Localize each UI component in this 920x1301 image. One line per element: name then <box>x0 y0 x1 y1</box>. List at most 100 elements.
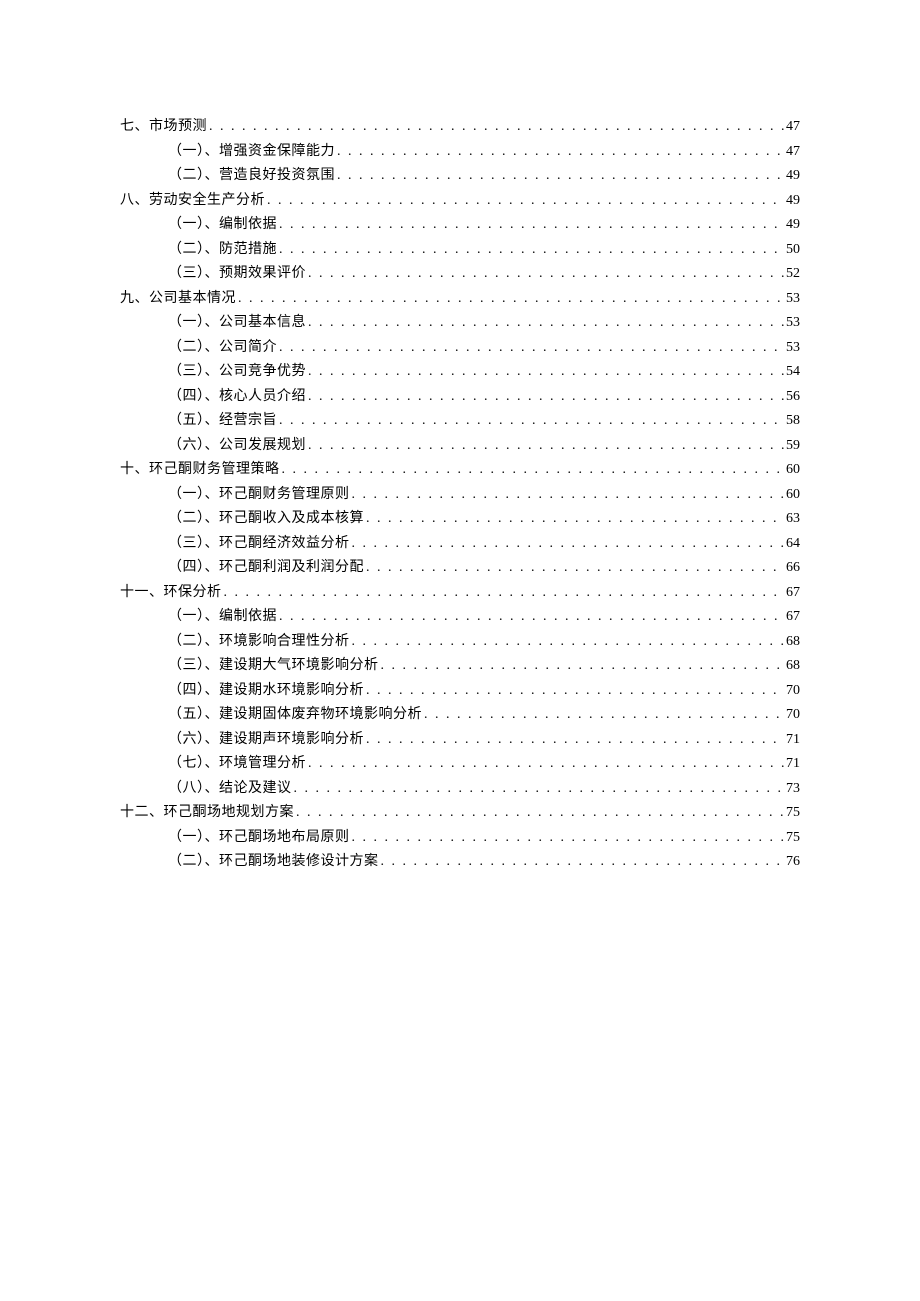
toc-entry-page: 49 <box>786 189 800 214</box>
toc-entry-page: 66 <box>786 556 800 581</box>
toc-entry-label: 七、市场预测 <box>120 115 207 140</box>
toc-entry-label: （一）、环己酮场地布局原则 <box>168 826 350 851</box>
toc-entry: （五）、建设期固体废弃物环境影响分析 . . . . . . . . . . .… <box>168 703 800 728</box>
toc-leader-dots: . . . . . . . . . . . . . . . . . . . . … <box>308 360 784 385</box>
toc-entry-page: 68 <box>786 630 800 655</box>
toc-entry-label: （二）、营造良好投资氛围 <box>168 164 335 189</box>
toc-leader-dots: . . . . . . . . . . . . . . . . . . . . … <box>352 483 785 508</box>
toc-entry-label: （四）、核心人员介绍 <box>168 385 306 410</box>
toc-leader-dots: . . . . . . . . . . . . . . . . . . . . … <box>352 826 785 851</box>
toc-entry-page: 76 <box>786 850 800 875</box>
toc-entry: （一）、增强资金保障能力 . . . . . . . . . . . . . .… <box>168 140 800 165</box>
toc-entry-label: （六）、公司发展规划 <box>168 434 306 459</box>
toc-entry: （一）、环己酮财务管理原则 . . . . . . . . . . . . . … <box>168 483 800 508</box>
toc-entry-page: 49 <box>786 213 800 238</box>
toc-entry: （三）、环己酮经济效益分析 . . . . . . . . . . . . . … <box>168 532 800 557</box>
toc-leader-dots: . . . . . . . . . . . . . . . . . . . . … <box>308 752 784 777</box>
toc-entry: （四）、核心人员介绍 . . . . . . . . . . . . . . .… <box>168 385 800 410</box>
toc-entry-page: 50 <box>786 238 800 263</box>
toc-entry-page: 56 <box>786 385 800 410</box>
toc-entry: 八、劳动安全生产分析 . . . . . . . . . . . . . . .… <box>120 189 800 214</box>
toc-entry-label: （五）、建设期固体废弃物环境影响分析 <box>168 703 422 728</box>
toc-entry: （一）、环己酮场地布局原则 . . . . . . . . . . . . . … <box>168 826 800 851</box>
toc-leader-dots: . . . . . . . . . . . . . . . . . . . . … <box>279 238 784 263</box>
toc-entry-label: 十、环己酮财务管理策略 <box>120 458 280 483</box>
toc-leader-dots: . . . . . . . . . . . . . . . . . . . . … <box>381 654 785 679</box>
toc-entry-label: （二）、环境影响合理性分析 <box>168 630 350 655</box>
table-of-contents: 七、市场预测 . . . . . . . . . . . . . . . . .… <box>120 115 800 875</box>
toc-leader-dots: . . . . . . . . . . . . . . . . . . . . … <box>308 434 784 459</box>
toc-entry: 十二、环己酮场地规划方案 . . . . . . . . . . . . . .… <box>120 801 800 826</box>
toc-entry-label: 九、公司基本情况 <box>120 287 236 312</box>
toc-entry-page: 70 <box>786 703 800 728</box>
toc-entry-page: 47 <box>786 115 800 140</box>
toc-entry-label: （八）、结论及建议 <box>168 777 292 802</box>
toc-leader-dots: . . . . . . . . . . . . . . . . . . . . … <box>366 728 784 753</box>
toc-leader-dots: . . . . . . . . . . . . . . . . . . . . … <box>279 409 784 434</box>
toc-entry: （二）、环境影响合理性分析 . . . . . . . . . . . . . … <box>168 630 800 655</box>
toc-leader-dots: . . . . . . . . . . . . . . . . . . . . … <box>366 556 784 581</box>
toc-entry-page: 63 <box>786 507 800 532</box>
toc-entry-page: 58 <box>786 409 800 434</box>
toc-entry: （四）、建设期水环境影响分析 . . . . . . . . . . . . .… <box>168 679 800 704</box>
toc-entry: （五）、经营宗旨 . . . . . . . . . . . . . . . .… <box>168 409 800 434</box>
toc-entry-page: 53 <box>786 336 800 361</box>
toc-entry-label: 八、劳动安全生产分析 <box>120 189 265 214</box>
toc-entry: （七）、环境管理分析 . . . . . . . . . . . . . . .… <box>168 752 800 777</box>
toc-entry: （二）、防范措施 . . . . . . . . . . . . . . . .… <box>168 238 800 263</box>
toc-entry: （四）、环己酮利润及利润分配 . . . . . . . . . . . . .… <box>168 556 800 581</box>
toc-entry-page: 49 <box>786 164 800 189</box>
toc-entry-label: （七）、环境管理分析 <box>168 752 306 777</box>
toc-entry-label: （三）、预期效果评价 <box>168 262 306 287</box>
toc-leader-dots: . . . . . . . . . . . . . . . . . . . . … <box>366 679 784 704</box>
toc-entry-page: 71 <box>786 752 800 777</box>
toc-entry: （六）、公司发展规划 . . . . . . . . . . . . . . .… <box>168 434 800 459</box>
toc-entry-label: （五）、经营宗旨 <box>168 409 277 434</box>
toc-entry: （三）、公司竞争优势 . . . . . . . . . . . . . . .… <box>168 360 800 385</box>
toc-leader-dots: . . . . . . . . . . . . . . . . . . . . … <box>282 458 785 483</box>
toc-entry: 七、市场预测 . . . . . . . . . . . . . . . . .… <box>120 115 800 140</box>
toc-entry-page: 71 <box>786 728 800 753</box>
toc-leader-dots: . . . . . . . . . . . . . . . . . . . . … <box>308 262 784 287</box>
toc-entry-page: 60 <box>786 483 800 508</box>
toc-leader-dots: . . . . . . . . . . . . . . . . . . . . … <box>238 287 784 312</box>
toc-entry-page: 47 <box>786 140 800 165</box>
toc-entry-page: 75 <box>786 826 800 851</box>
toc-entry-page: 64 <box>786 532 800 557</box>
toc-leader-dots: . . . . . . . . . . . . . . . . . . . . … <box>352 630 785 655</box>
toc-entry: （二）、公司简介 . . . . . . . . . . . . . . . .… <box>168 336 800 361</box>
toc-entry: （二）、环己酮场地装修设计方案 . . . . . . . . . . . . … <box>168 850 800 875</box>
toc-leader-dots: . . . . . . . . . . . . . . . . . . . . … <box>308 385 784 410</box>
toc-leader-dots: . . . . . . . . . . . . . . . . . . . . … <box>381 850 785 875</box>
toc-leader-dots: . . . . . . . . . . . . . . . . . . . . … <box>337 140 784 165</box>
toc-entry-page: 67 <box>786 581 800 606</box>
toc-leader-dots: . . . . . . . . . . . . . . . . . . . . … <box>279 605 784 630</box>
toc-entry-label: （二）、环己酮收入及成本核算 <box>168 507 364 532</box>
toc-entry: 十、环己酮财务管理策略 . . . . . . . . . . . . . . … <box>120 458 800 483</box>
toc-entry-page: 53 <box>786 311 800 336</box>
toc-entry-page: 59 <box>786 434 800 459</box>
toc-entry: （二）、营造良好投资氛围 . . . . . . . . . . . . . .… <box>168 164 800 189</box>
toc-entry: （六）、建设期声环境影响分析 . . . . . . . . . . . . .… <box>168 728 800 753</box>
toc-entry: （三）、预期效果评价 . . . . . . . . . . . . . . .… <box>168 262 800 287</box>
toc-entry-page: 73 <box>786 777 800 802</box>
toc-entry-page: 67 <box>786 605 800 630</box>
toc-leader-dots: . . . . . . . . . . . . . . . . . . . . … <box>337 164 784 189</box>
toc-entry-label: （二）、防范措施 <box>168 238 277 263</box>
toc-leader-dots: . . . . . . . . . . . . . . . . . . . . … <box>424 703 784 728</box>
toc-leader-dots: . . . . . . . . . . . . . . . . . . . . … <box>294 777 785 802</box>
toc-entry-page: 75 <box>786 801 800 826</box>
toc-leader-dots: . . . . . . . . . . . . . . . . . . . . … <box>267 189 784 214</box>
toc-entry: （一）、公司基本信息 . . . . . . . . . . . . . . .… <box>168 311 800 336</box>
toc-entry-label: （二）、公司简介 <box>168 336 277 361</box>
toc-leader-dots: . . . . . . . . . . . . . . . . . . . . … <box>366 507 784 532</box>
toc-entry-label: 十二、环己酮场地规划方案 <box>120 801 294 826</box>
toc-leader-dots: . . . . . . . . . . . . . . . . . . . . … <box>279 213 784 238</box>
toc-leader-dots: . . . . . . . . . . . . . . . . . . . . … <box>296 801 784 826</box>
toc-leader-dots: . . . . . . . . . . . . . . . . . . . . … <box>279 336 784 361</box>
toc-entry-label: （一）、公司基本信息 <box>168 311 306 336</box>
toc-entry: （三）、建设期大气环境影响分析 . . . . . . . . . . . . … <box>168 654 800 679</box>
toc-entry: （二）、环己酮收入及成本核算 . . . . . . . . . . . . .… <box>168 507 800 532</box>
toc-entry-label: （三）、环己酮经济效益分析 <box>168 532 350 557</box>
toc-entry-label: （一）、编制依据 <box>168 213 277 238</box>
